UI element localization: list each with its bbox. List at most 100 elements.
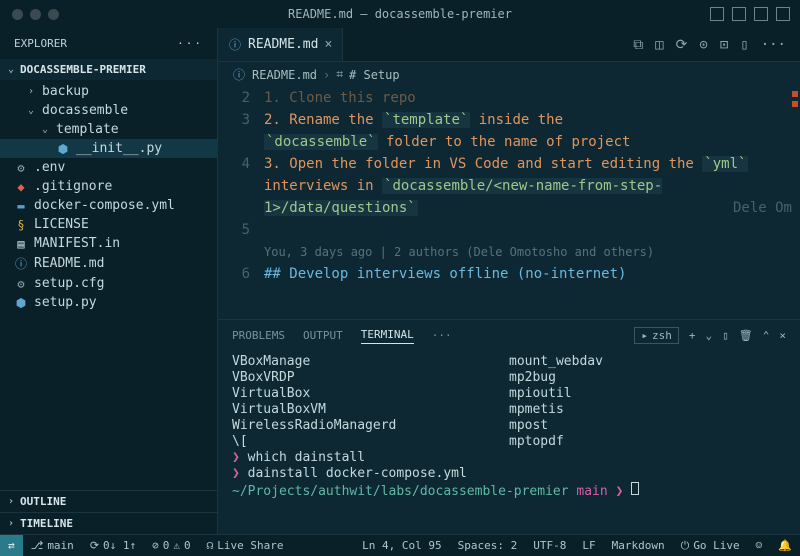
more-icon[interactable]: ⊡ xyxy=(720,37,728,53)
terminal-output[interactable]: VBoxManage VBoxVRDP VirtualBox VirtualBo… xyxy=(218,350,800,534)
gear-icon: ⚙ xyxy=(14,277,28,291)
error-icon: ⊘ xyxy=(152,539,159,552)
inline-blame: Dele Om xyxy=(733,197,792,219)
minimap[interactable] xyxy=(790,87,800,319)
new-terminal-icon[interactable]: + xyxy=(689,329,696,342)
chevron-right-icon: › xyxy=(28,86,36,97)
breadcrumb-section: # Setup xyxy=(349,68,400,82)
editor-tabs: ⓘ README.md × ⧉ ◫ ⟳ ⊙ ⊡ ▯ ··· xyxy=(218,28,800,62)
file-init-py[interactable]: ⬢__init__.py xyxy=(0,139,217,158)
info-icon: ⓘ xyxy=(14,255,28,272)
tab-terminal[interactable]: TERMINAL xyxy=(361,326,414,344)
shell-selector[interactable]: ▸zsh xyxy=(634,327,679,344)
file-readme[interactable]: ⓘREADME.md xyxy=(0,253,217,274)
close-window[interactable] xyxy=(12,9,23,20)
live-share[interactable]: ☊Live Share xyxy=(199,539,292,552)
certificate-icon: § xyxy=(14,218,28,232)
prompt-icon: ❯ xyxy=(232,450,248,465)
folder-template[interactable]: ⌄template xyxy=(0,120,217,139)
window-title: README.md — docassemble-premier xyxy=(288,7,512,21)
encoding[interactable]: UTF-8 xyxy=(525,539,574,553)
problems-count[interactable]: ⊘0 ⚠0 xyxy=(144,539,199,552)
split-icon[interactable]: ▯ xyxy=(740,37,748,53)
close-panel-icon[interactable]: × xyxy=(779,329,786,342)
preview-icon[interactable]: ⧉ xyxy=(633,37,643,53)
chevron-down-icon: ⌄ xyxy=(8,64,16,75)
diff-icon[interactable]: ◫ xyxy=(655,37,663,53)
eol[interactable]: LF xyxy=(574,539,603,553)
maximize-panel-icon[interactable]: ⌃ xyxy=(763,329,770,342)
titlebar: README.md — docassemble-premier xyxy=(0,0,800,28)
window-controls xyxy=(0,9,59,20)
cursor-position[interactable]: Ln 4, Col 95 xyxy=(354,539,449,553)
layout-controls xyxy=(710,7,790,21)
panel-toggle-icon[interactable] xyxy=(732,7,746,21)
panel-toggle-icon[interactable] xyxy=(754,7,768,21)
go-live[interactable]: ⏻Go Live xyxy=(673,539,748,553)
nav-icon[interactable]: ⊙ xyxy=(699,37,707,53)
feedback-icon[interactable]: ☺ xyxy=(748,539,771,553)
info-icon: ⓘ xyxy=(228,36,242,53)
terminal-icon: ▸ xyxy=(641,329,648,342)
info-icon: ⓘ xyxy=(232,66,246,83)
python-icon: ⬢ xyxy=(56,142,70,156)
panel-tabs: PROBLEMS OUTPUT TERMINAL ··· ▸zsh + ⌄ ▯ … xyxy=(218,320,800,350)
tab-readme[interactable]: ⓘ README.md × xyxy=(218,28,343,61)
file-docker-compose[interactable]: ▬docker-compose.yml xyxy=(0,196,217,215)
chevron-down-icon: ⌄ xyxy=(42,124,50,135)
docker-icon: ▬ xyxy=(14,199,28,213)
outline-section[interactable]: ›OUTLINE xyxy=(0,490,217,512)
file-gitignore[interactable]: ◆.gitignore xyxy=(0,177,217,196)
overflow-icon[interactable]: ··· xyxy=(761,37,786,53)
tab-label: README.md xyxy=(248,37,318,52)
file-tree: ›backup ⌄docassemble ⌄template ⬢__init__… xyxy=(0,80,217,490)
breadcrumb-sep: › xyxy=(323,68,330,82)
file-setup-py[interactable]: ⬢setup.py xyxy=(0,293,217,312)
chevron-down-icon: ⌄ xyxy=(28,105,36,116)
tab-output[interactable]: OUTPUT xyxy=(303,327,343,344)
broadcast-icon: ⏻ xyxy=(681,539,690,553)
panel-toggle-icon[interactable] xyxy=(710,7,724,21)
project-header[interactable]: ⌄ DOCASSEMBLE-PREMIER xyxy=(0,59,217,80)
language-mode[interactable]: Markdown xyxy=(604,539,673,553)
tab-overflow-icon[interactable]: ··· xyxy=(432,327,452,344)
project-name: DOCASSEMBLE-PREMIER xyxy=(20,63,146,76)
sync-icon: ⟳ xyxy=(90,539,99,552)
minimize-window[interactable] xyxy=(30,9,41,20)
close-tab-icon[interactable]: × xyxy=(324,37,332,52)
editor-area: ⓘ README.md × ⧉ ◫ ⟳ ⊙ ⊡ ▯ ··· ⓘ README.m… xyxy=(218,28,800,534)
git-sync[interactable]: ⟳0↓ 1↑ xyxy=(82,539,144,552)
file-env[interactable]: ⚙.env xyxy=(0,158,217,177)
panel-toggle-icon[interactable] xyxy=(776,7,790,21)
file-manifest[interactable]: ▤MANIFEST.in xyxy=(0,234,217,253)
trash-icon[interactable]: 🗑 xyxy=(739,329,753,342)
run-icon[interactable]: ⟳ xyxy=(676,37,688,53)
file-setup-cfg[interactable]: ⚙setup.cfg xyxy=(0,274,217,293)
bell-icon[interactable]: 🔔 xyxy=(770,539,800,553)
bottom-panel: PROBLEMS OUTPUT TERMINAL ··· ▸zsh + ⌄ ▯ … xyxy=(218,319,800,534)
explorer-label: EXPLORER xyxy=(14,37,67,50)
explorer-more-icon[interactable]: ··· xyxy=(177,37,203,50)
remote-icon: ⇄ xyxy=(8,539,15,552)
terminal-cursor xyxy=(631,482,639,495)
file-icon: ▤ xyxy=(14,237,28,251)
broadcast-icon: ☊ xyxy=(207,539,214,552)
folder-backup[interactable]: ›backup xyxy=(0,82,217,101)
folder-docassemble[interactable]: ⌄docassemble xyxy=(0,101,217,120)
sidebar: EXPLORER ··· ⌄ DOCASSEMBLE-PREMIER ›back… xyxy=(0,28,218,534)
split-terminal-icon[interactable]: ▯ xyxy=(722,329,729,342)
indentation[interactable]: Spaces: 2 xyxy=(450,539,526,553)
line-number: 2 xyxy=(218,87,264,109)
timeline-section[interactable]: ›TIMELINE xyxy=(0,512,217,534)
breadcrumb[interactable]: ⓘ README.md › ⌗ # Setup xyxy=(218,62,800,87)
remote-indicator[interactable]: ⇄ xyxy=(0,535,23,556)
tab-problems[interactable]: PROBLEMS xyxy=(232,327,285,344)
maximize-window[interactable] xyxy=(48,9,59,20)
prompt-icon: ❯ xyxy=(232,466,248,481)
chevron-down-icon[interactable]: ⌄ xyxy=(706,329,713,342)
git-icon: ◆ xyxy=(14,180,28,194)
warning-icon: ⚠ xyxy=(173,539,180,552)
code-editor[interactable]: 21. Clone this repo 32. Rename the `temp… xyxy=(218,87,800,319)
file-license[interactable]: §LICENSE xyxy=(0,215,217,234)
git-branch[interactable]: ⎇main xyxy=(23,539,82,552)
